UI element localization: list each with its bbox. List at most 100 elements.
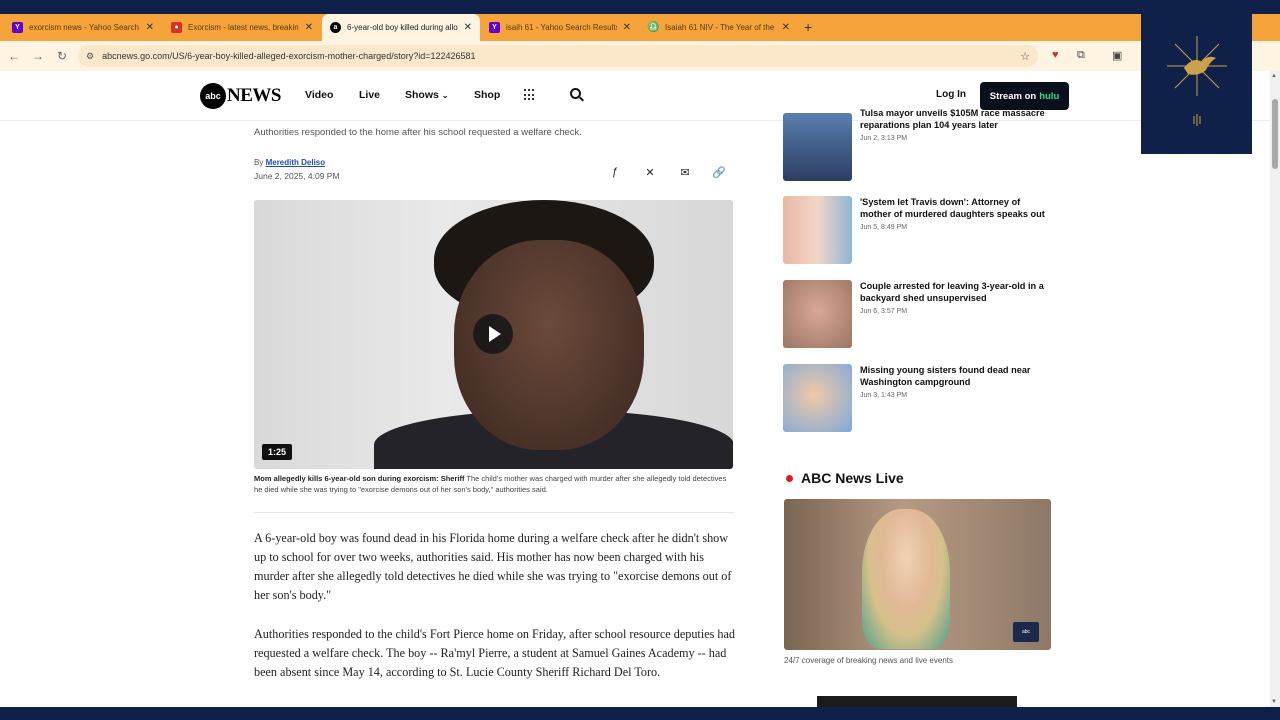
tab-1[interactable]: ● Exorcism - latest news, breaking ✕ [163, 14, 321, 41]
close-icon[interactable]: ✕ [782, 22, 790, 33]
news-icon: ● [171, 22, 182, 33]
nav-shows[interactable]: Shows ⌄ [405, 89, 448, 101]
tab-title: 6-year-old boy killed during allo [347, 23, 458, 32]
sidebar-story[interactable]: Couple arrested for leaving 3-year-old i… [783, 280, 1053, 350]
close-icon[interactable]: ✕ [305, 22, 313, 33]
tab-2[interactable]: a 6-year-old boy killed during allo ✕ [322, 14, 480, 41]
sidebar-story[interactable]: Tulsa mayor unveils $105M race massacre … [783, 108, 1053, 183]
byline-prefix: By [254, 158, 264, 167]
divider [254, 512, 734, 513]
article-paragraph: Authorities responded to the child's For… [254, 627, 735, 679]
live-heading-text: ABC News Live [801, 470, 904, 486]
story-title-text: Couple arrested for leaving 3-year-old i… [860, 281, 1044, 303]
nav-shop[interactable]: Shop [474, 89, 500, 101]
abc-news-live-heading[interactable]: ABC News Live [786, 470, 904, 486]
story-title: 'System let Travis down': Attorney of mo… [860, 196, 1052, 234]
author-link[interactable]: Meredith Deliso [266, 158, 326, 167]
nav-live[interactable]: Live [359, 89, 380, 101]
address-bar[interactable]: ⚙ abcnews.go.com/US/6-year-boy-killed-al… [78, 45, 1038, 67]
dove-logo-icon [1166, 36, 1227, 126]
video-caption: Mom allegedly kills 6-year-old son durin… [254, 474, 734, 495]
story-thumbnail [783, 364, 852, 432]
live-video-frame [862, 509, 950, 649]
byline: By Meredith Deliso [254, 158, 325, 167]
close-icon[interactable]: ✕ [464, 22, 472, 33]
tab-title: isaih 61 - Yahoo Search Results [506, 23, 617, 32]
story-thumbnail [783, 196, 852, 264]
reload-icon[interactable]: ↻ [50, 49, 74, 63]
login-link[interactable]: Log In [936, 89, 966, 100]
channel-logo-overlay [1141, 14, 1252, 154]
apps-grid-icon[interactable] [524, 89, 536, 101]
article-video[interactable]: 1:25 [254, 200, 733, 469]
stream-label: Stream on [989, 90, 1037, 102]
story-title: Couple arrested for leaving 3-year-old i… [860, 280, 1052, 318]
web-page: abc NEWS Video Live Shows ⌄ Shop Log In … [0, 71, 1270, 707]
sidebar-story[interactable]: 'System let Travis down': Attorney of mo… [783, 196, 1053, 266]
live-caption: 24/7 coverage of breaking news and live … [784, 656, 953, 665]
tab-title: exorcism news - Yahoo Search R [29, 23, 140, 32]
logo-badge: abc [200, 83, 226, 109]
url-text: abcnews.go.com/US/6-year-boy-killed-alle… [102, 51, 476, 61]
story-date: Jun 6, 3:57 PM [860, 308, 908, 315]
chevron-down-icon: ⌄ [441, 91, 449, 100]
live-video-player[interactable]: abc [784, 499, 1051, 650]
email-share-icon[interactable]: ✉ [674, 161, 696, 183]
story-title: Missing young sisters found dead near Wa… [860, 364, 1052, 402]
story-title-text: Tulsa mayor unveils $105M race massacre … [860, 108, 1045, 130]
page-scrollbar[interactable]: ▲ ▼ [1270, 71, 1280, 707]
video-duration: 1:25 [262, 444, 293, 460]
facebook-share-icon[interactable]: ƒ [604, 161, 626, 183]
search-icon[interactable] [570, 88, 581, 99]
back-icon[interactable]: ← [2, 49, 26, 63]
story-title-text: 'System let Travis down': Attorney of mo… [860, 197, 1045, 219]
new-tab-icon[interactable]: + [804, 19, 812, 35]
story-title: Tulsa mayor unveils $105M race massacre … [860, 107, 1052, 145]
tab-title: Exorcism - latest news, breaking [188, 23, 299, 32]
yahoo-icon: Y [12, 22, 23, 33]
advertisement[interactable] [817, 696, 1017, 707]
story-thumbnail [783, 113, 852, 181]
tab-bar: Y exorcism news - Yahoo Search R ✕ ● Exo… [0, 14, 1280, 41]
live-dot-icon [786, 474, 793, 482]
close-icon[interactable]: ✕ [623, 22, 631, 33]
copy-link-icon[interactable]: 🔗 [708, 161, 730, 183]
scrollbar-thumb[interactable] [1272, 99, 1278, 169]
tab-search-icon[interactable]: ▣ [1112, 49, 1122, 62]
story-date: Jun 2, 3:13 PM [860, 135, 908, 142]
bible-icon: ♎ [647, 22, 660, 33]
article-paragraph: A 6-year-old boy was found dead in his F… [254, 531, 732, 602]
nav-video[interactable]: Video [305, 89, 333, 101]
abc-news-live-badge-icon: abc [1013, 622, 1039, 642]
sidebar-story[interactable]: Missing young sisters found dead near Wa… [783, 364, 1053, 434]
site-info-icon[interactable]: ⚙ [86, 51, 94, 62]
forward-icon[interactable]: → [26, 49, 50, 63]
story-title-text: Missing young sisters found dead near Wa… [860, 365, 1031, 387]
nav-shows-label: Shows [405, 89, 439, 101]
logo-text: NEWS [227, 85, 281, 106]
story-date: Jun 5, 8:49 PM [860, 224, 908, 231]
scroll-up-icon[interactable]: ▲ [1271, 73, 1277, 79]
tab-title: Isaiah 61 NIV - The Year of the [665, 23, 775, 32]
story-date: Jun 3, 1:43 PM [860, 392, 908, 399]
caption-title: Mom allegedly kills 6-year-old son durin… [254, 474, 465, 483]
abc-news-logo[interactable]: abc NEWS [200, 83, 281, 109]
hulu-label: hulu [1039, 90, 1060, 102]
article-subhead: Authorities responded to the home after … [254, 127, 582, 138]
play-icon[interactable] [473, 314, 513, 354]
article-date: June 2, 2025, 4:09 PM [254, 171, 340, 181]
x-share-icon[interactable]: ✕ [639, 161, 661, 183]
bookmark-star-icon[interactable]: ☆ [1020, 50, 1030, 63]
tab-4[interactable]: ♎ Isaiah 61 NIV - The Year of the ✕ [640, 14, 798, 41]
scroll-down-icon[interactable]: ▼ [1271, 699, 1277, 705]
tab-0[interactable]: Y exorcism news - Yahoo Search R ✕ [4, 14, 162, 41]
yahoo-icon: Y [489, 22, 500, 33]
close-icon[interactable]: ✕ [146, 22, 154, 33]
extension-icon[interactable]: ♥ [1052, 49, 1059, 61]
site-header: abc NEWS Video Live Shows ⌄ Shop Log In … [0, 71, 1270, 121]
stream-on-hulu-button[interactable]: Stream on hulu [980, 82, 1069, 110]
abc-icon: a [330, 22, 341, 33]
extensions-puzzle-icon[interactable]: ⧉ [1077, 49, 1085, 62]
browser-toolbar: ← → ↻ ⚙ abcnews.go.com/US/6-year-boy-kil… [0, 41, 1280, 71]
tab-3[interactable]: Y isaih 61 - Yahoo Search Results ✕ [481, 14, 639, 41]
